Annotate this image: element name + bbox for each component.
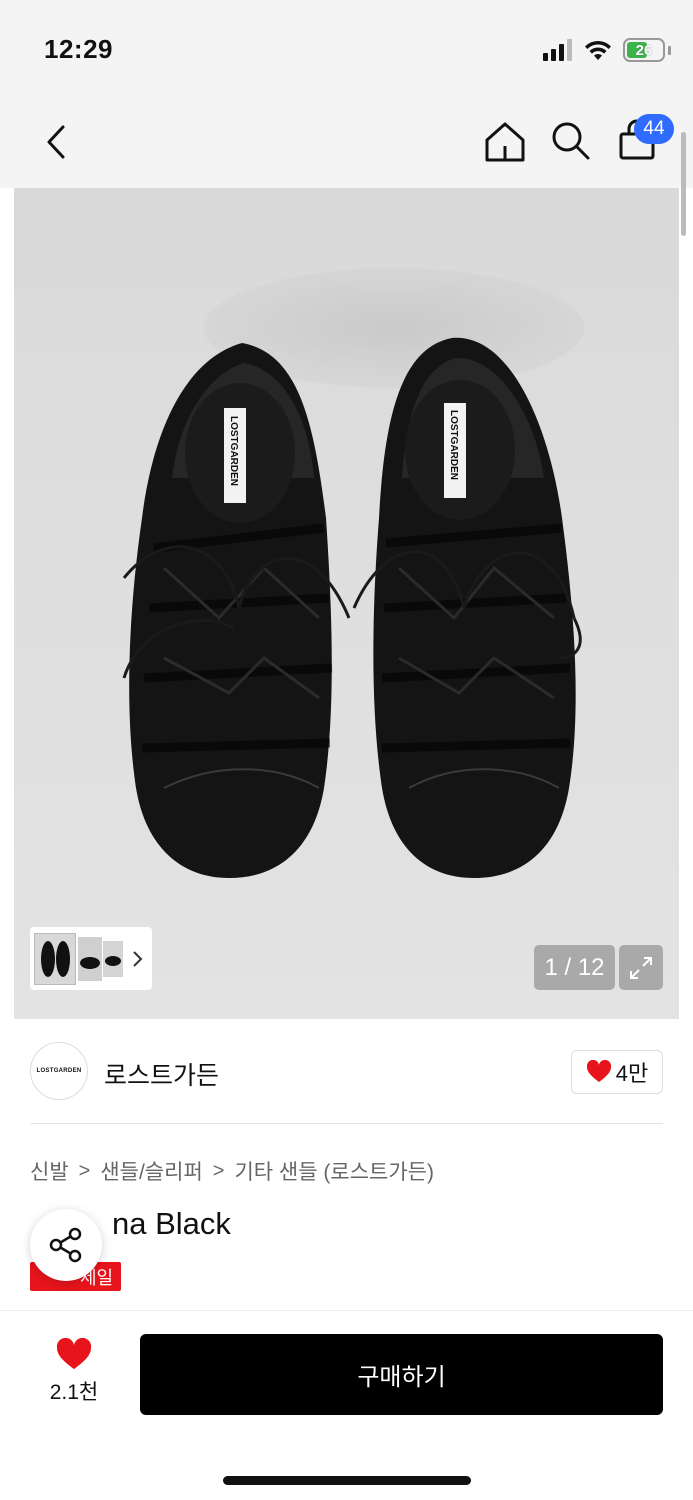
signal-icon [543, 39, 572, 61]
right-shoe: LOSTGARDEN [352, 337, 582, 878]
brand-logo[interactable]: LOSTGARDEN [30, 1042, 88, 1100]
right-shoe-tag: LOSTGARDEN [448, 410, 459, 480]
back-button[interactable] [36, 120, 76, 164]
breadcrumb: 신발 > 샌들/슬리퍼 > 기타 샌들 (로스트가든) [30, 1156, 434, 1186]
wifi-icon [585, 40, 611, 60]
home-indicator[interactable] [223, 1476, 471, 1485]
divider [30, 1123, 663, 1124]
breadcrumb-item-other-sandals[interactable]: 기타 샌들 (로스트가든) [234, 1156, 434, 1186]
brand-like-button[interactable]: 4만 [571, 1050, 663, 1094]
status-time: 12:29 [44, 34, 113, 64]
search-icon [552, 122, 590, 160]
product-title-text: na Black [112, 1206, 231, 1241]
back-icon [47, 125, 65, 159]
heart-icon [586, 1060, 611, 1082]
battery-cap [668, 45, 671, 55]
thumbnail-more-button[interactable] [131, 949, 145, 969]
home-button[interactable] [482, 118, 528, 164]
breadcrumb-item-sandals[interactable]: 샌들/슬리퍼 [100, 1156, 202, 1186]
share-icon [49, 1227, 82, 1263]
breadcrumb-separator: > [78, 1159, 91, 1182]
thumbnail-3[interactable] [103, 940, 123, 977]
thumbnail-shoe-angle-icon [105, 955, 121, 966]
brand-name[interactable]: 로스트가든 [104, 1056, 219, 1092]
thumbnail-2[interactable] [78, 936, 102, 981]
expand-icon [630, 956, 652, 979]
status-bar: 12:29 26 [0, 0, 693, 96]
breadcrumb-separator: > [212, 1159, 225, 1182]
cart-count-badge[interactable]: 44 [634, 114, 674, 144]
thumbnail-shoe-side-icon [80, 956, 100, 969]
left-shoe-tag: LOSTGARDEN [228, 416, 239, 486]
share-button[interactable] [30, 1209, 102, 1281]
wishlist-button[interactable]: 2.1천 [38, 1338, 110, 1408]
thumbnail-strip[interactable] [30, 927, 152, 990]
breadcrumb-item-shoes[interactable]: 신발 [30, 1156, 69, 1186]
buy-button[interactable]: 구매하기 [140, 1334, 663, 1415]
battery-icon: 26 [623, 38, 665, 62]
heart-icon [56, 1338, 92, 1370]
expand-button[interactable] [619, 945, 663, 990]
chevron-right-icon [133, 950, 143, 967]
search-button[interactable] [548, 118, 594, 164]
wishlist-count: 2.1천 [49, 1381, 99, 1404]
product-image-gallery[interactable]: LOSTGARDEN LOSTGARDEN [14, 188, 679, 1019]
thumbnail-shoes-icon [41, 940, 70, 977]
thumbnail-1[interactable] [34, 932, 76, 985]
battery-level: 26 [635, 41, 653, 59]
top-nav-bar [0, 96, 693, 188]
status-icons: 26 [543, 36, 671, 64]
product-image: LOSTGARDEN LOSTGARDEN [122, 337, 582, 878]
brand-like-count: 4만 [615, 1061, 649, 1086]
left-shoe: LOSTGARDEN [122, 343, 351, 878]
home-icon [485, 122, 525, 162]
image-counter: 1 / 12 [534, 945, 615, 990]
brand-row[interactable]: LOSTGARDEN 로스트가든 4만 [30, 1042, 663, 1102]
scrollbar[interactable] [681, 132, 686, 236]
